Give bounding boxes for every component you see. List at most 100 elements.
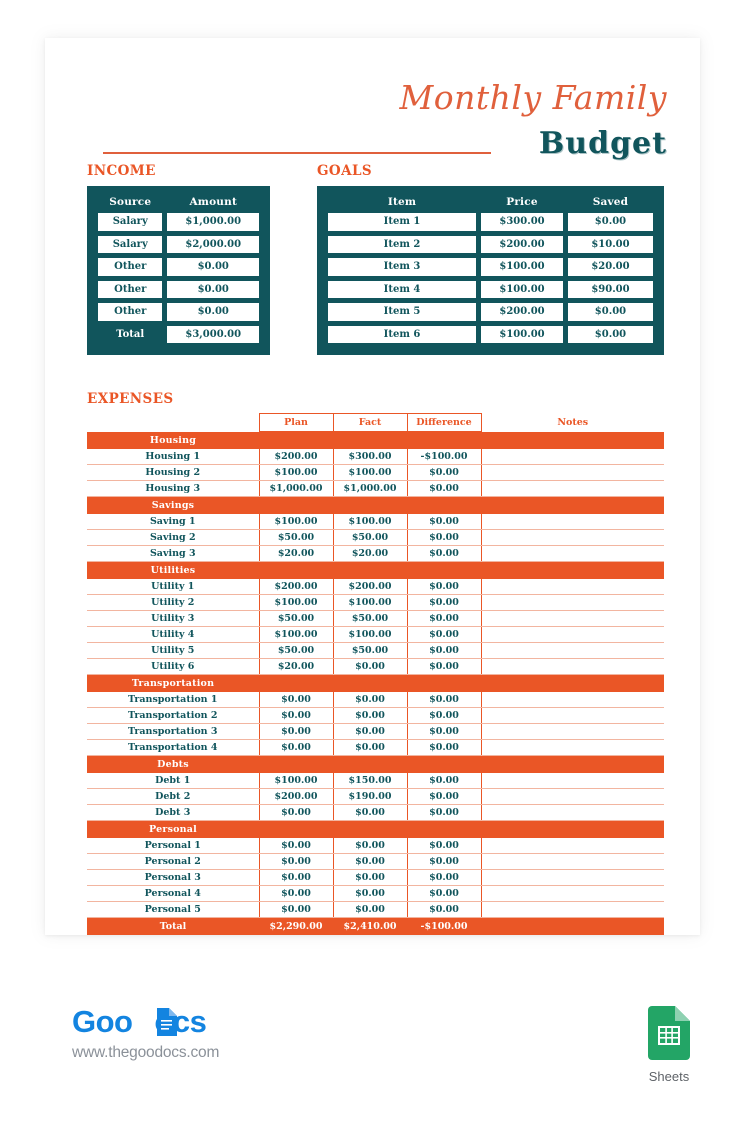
goal-item-cell[interactable]: Item 5: [328, 303, 477, 321]
income-source-cell[interactable]: Other: [98, 280, 163, 298]
expense-plan-cell[interactable]: $0.00: [258, 707, 334, 724]
goal-price-cell[interactable]: $100.00: [481, 280, 563, 298]
goal-price-cell[interactable]: $100.00: [481, 325, 563, 343]
expense-notes-cell[interactable]: [480, 837, 664, 854]
expense-difference-cell[interactable]: $0.00: [406, 464, 482, 481]
expense-notes-cell[interactable]: [480, 723, 664, 740]
expense-notes-cell[interactable]: [480, 691, 664, 708]
expense-fact-cell[interactable]: $50.00: [332, 529, 408, 546]
income-source-cell[interactable]: Other: [98, 258, 163, 276]
expense-plan-cell[interactable]: $200.00: [258, 448, 334, 465]
expense-plan-cell[interactable]: $100.00: [258, 772, 334, 789]
expense-notes-cell[interactable]: [480, 642, 664, 659]
income-amount-cell[interactable]: $2,000.00: [167, 235, 259, 253]
expense-plan-cell[interactable]: $0.00: [258, 869, 334, 886]
goal-saved-cell[interactable]: $20.00: [567, 258, 653, 276]
goal-price-cell[interactable]: $200.00: [481, 303, 563, 321]
expense-name-cell[interactable]: Utility 2: [87, 594, 259, 611]
expense-plan-cell[interactable]: $100.00: [258, 626, 334, 643]
expense-difference-cell[interactable]: $0.00: [406, 853, 482, 870]
expense-fact-cell[interactable]: $200.00: [332, 578, 408, 595]
expense-notes-cell[interactable]: [480, 658, 664, 675]
expense-plan-cell[interactable]: $0.00: [258, 837, 334, 854]
expense-difference-cell[interactable]: $0.00: [406, 901, 482, 918]
expense-name-cell[interactable]: Utility 4: [87, 626, 259, 643]
expense-notes-cell[interactable]: [480, 594, 664, 611]
expense-difference-cell[interactable]: $0.00: [406, 837, 482, 854]
expense-plan-cell[interactable]: $0.00: [258, 691, 334, 708]
expense-notes-cell[interactable]: [480, 513, 664, 530]
expense-fact-cell[interactable]: $0.00: [332, 658, 408, 675]
expense-difference-cell[interactable]: $0.00: [406, 691, 482, 708]
expense-notes-cell[interactable]: [480, 853, 664, 870]
expense-name-cell[interactable]: Transportation 2: [87, 707, 259, 724]
expense-fact-cell[interactable]: $0.00: [332, 804, 408, 821]
goal-saved-cell[interactable]: $0.00: [567, 213, 653, 231]
expense-plan-cell[interactable]: $200.00: [258, 578, 334, 595]
income-amount-cell[interactable]: $0.00: [167, 303, 259, 321]
expense-plan-cell[interactable]: $100.00: [258, 594, 334, 611]
expense-difference-cell[interactable]: $0.00: [406, 513, 482, 530]
expense-notes-cell[interactable]: [480, 578, 664, 595]
expense-fact-cell[interactable]: $0.00: [332, 691, 408, 708]
expense-fact-cell[interactable]: $190.00: [332, 788, 408, 805]
expense-name-cell[interactable]: Housing 3: [87, 480, 259, 497]
expense-fact-cell[interactable]: $100.00: [332, 626, 408, 643]
expense-fact-cell[interactable]: $0.00: [332, 885, 408, 902]
expense-difference-cell[interactable]: $0.00: [406, 610, 482, 627]
income-source-cell[interactable]: Salary: [98, 235, 163, 253]
expense-notes-cell[interactable]: [480, 610, 664, 627]
expense-notes-cell[interactable]: [480, 772, 664, 789]
income-amount-cell[interactable]: $1,000.00: [167, 213, 259, 231]
expense-notes-cell[interactable]: [480, 545, 664, 562]
expense-plan-cell[interactable]: $1,000.00: [258, 480, 334, 497]
expense-plan-cell[interactable]: $0.00: [258, 804, 334, 821]
expense-notes-cell[interactable]: [480, 464, 664, 481]
expense-difference-cell[interactable]: $0.00: [406, 594, 482, 611]
expense-plan-cell[interactable]: $0.00: [258, 723, 334, 740]
expense-plan-cell[interactable]: $20.00: [258, 545, 334, 562]
expense-name-cell[interactable]: Transportation 1: [87, 691, 259, 708]
expense-fact-cell[interactable]: $50.00: [332, 610, 408, 627]
expense-plan-cell[interactable]: $200.00: [258, 788, 334, 805]
expense-name-cell[interactable]: Debt 3: [87, 804, 259, 821]
expense-name-cell[interactable]: Debt 1: [87, 772, 259, 789]
expense-notes-cell[interactable]: [480, 804, 664, 821]
goal-saved-cell[interactable]: $10.00: [567, 235, 653, 253]
expense-fact-cell[interactable]: $20.00: [332, 545, 408, 562]
expense-difference-cell[interactable]: $0.00: [406, 723, 482, 740]
expense-name-cell[interactable]: Housing 2: [87, 464, 259, 481]
expense-fact-cell[interactable]: $50.00: [332, 642, 408, 659]
expense-plan-cell[interactable]: $100.00: [258, 464, 334, 481]
expense-notes-cell[interactable]: [480, 788, 664, 805]
goal-price-cell[interactable]: $100.00: [481, 258, 563, 276]
expense-plan-cell[interactable]: $0.00: [258, 853, 334, 870]
expense-name-cell[interactable]: Personal 2: [87, 853, 259, 870]
goal-item-cell[interactable]: Item 6: [328, 325, 477, 343]
income-amount-cell[interactable]: $0.00: [167, 280, 259, 298]
goal-price-cell[interactable]: $300.00: [481, 213, 563, 231]
expense-notes-cell[interactable]: [480, 707, 664, 724]
expense-difference-cell[interactable]: $0.00: [406, 804, 482, 821]
goal-saved-cell[interactable]: $0.00: [567, 325, 653, 343]
expense-difference-cell[interactable]: $0.00: [406, 480, 482, 497]
expense-fact-cell[interactable]: $0.00: [332, 707, 408, 724]
expense-name-cell[interactable]: Utility 6: [87, 658, 259, 675]
expense-name-cell[interactable]: Saving 2: [87, 529, 259, 546]
expense-fact-cell[interactable]: $0.00: [332, 723, 408, 740]
income-source-cell[interactable]: Other: [98, 303, 163, 321]
expense-difference-cell[interactable]: $0.00: [406, 578, 482, 595]
expense-difference-cell[interactable]: $0.00: [406, 658, 482, 675]
expense-notes-cell[interactable]: [480, 448, 664, 465]
expense-fact-cell[interactable]: $0.00: [332, 837, 408, 854]
expense-difference-cell[interactable]: $0.00: [406, 642, 482, 659]
expense-name-cell[interactable]: Housing 1: [87, 448, 259, 465]
expense-plan-cell[interactable]: $20.00: [258, 658, 334, 675]
goal-price-cell[interactable]: $200.00: [481, 235, 563, 253]
goal-item-cell[interactable]: Item 4: [328, 280, 477, 298]
expense-name-cell[interactable]: Personal 5: [87, 901, 259, 918]
goal-item-cell[interactable]: Item 3: [328, 258, 477, 276]
expense-difference-cell[interactable]: $0.00: [406, 772, 482, 789]
expense-difference-cell[interactable]: $0.00: [406, 788, 482, 805]
expense-fact-cell[interactable]: $100.00: [332, 594, 408, 611]
